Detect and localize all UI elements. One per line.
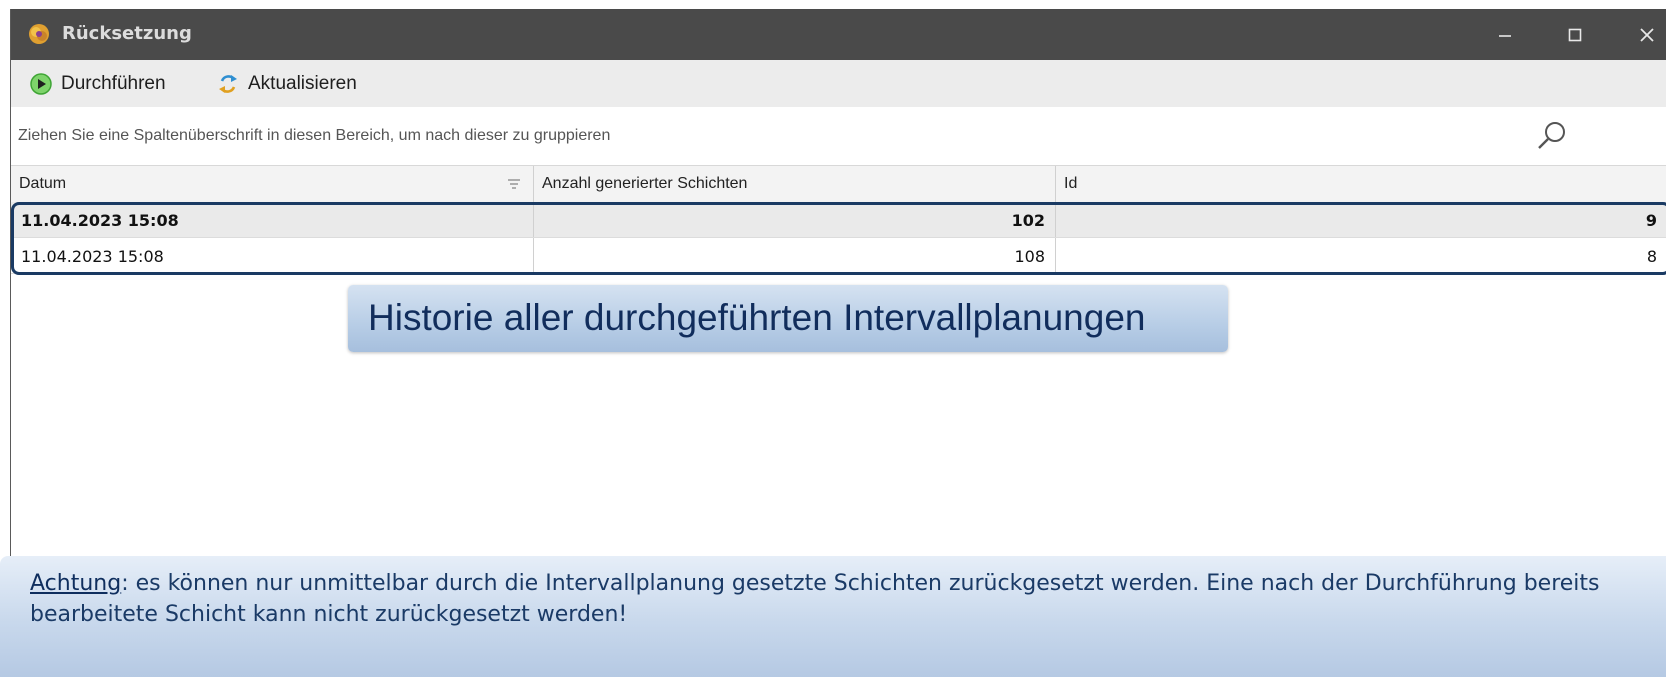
cell-id: 8: [1056, 238, 1666, 273]
run-button[interactable]: Durchführen: [29, 70, 166, 98]
cell-datum: 11.04.2023 15:08: [11, 238, 534, 273]
cell-text: 108: [1014, 247, 1045, 266]
column-header-label: Datum: [19, 175, 67, 192]
app-icon: [29, 24, 49, 44]
group-panel[interactable]: Ziehen Sie eine Spaltenüberschrift in di…: [11, 107, 1666, 166]
close-button[interactable]: [1617, 9, 1666, 60]
window-title: Rücksetzung: [62, 23, 192, 44]
refresh-button-label: Aktualisieren: [248, 73, 357, 94]
maximize-button[interactable]: [1545, 9, 1605, 60]
cell-text: 11.04.2023 15:08: [21, 247, 164, 266]
column-header-anzahl[interactable]: Anzahl generierter Schichten: [534, 166, 1056, 202]
screenshot-stage: Rücksetzung Durchführen Aktualisieren Zi…: [0, 0, 1666, 677]
title-bar[interactable]: Rücksetzung: [11, 9, 1666, 60]
cell-text: 9: [1645, 211, 1657, 230]
close-icon: [1640, 27, 1654, 42]
note-text: Achtung: es können nur unmittelbar durch…: [30, 568, 1630, 630]
warning-note: Achtung: es können nur unmittelbar durch…: [0, 556, 1666, 677]
column-header-label: Anzahl generierter Schichten: [542, 175, 748, 192]
cell-anzahl: 108: [534, 238, 1056, 273]
play-icon: [30, 73, 52, 95]
note-body: : es können nur unmittelbar durch die In…: [30, 571, 1600, 627]
cell-text: 11.04.2023 15:08: [21, 211, 179, 230]
column-header-id[interactable]: Id: [1056, 166, 1666, 202]
toolbar: Durchführen Aktualisieren: [11, 60, 1666, 108]
cell-text: 8: [1646, 247, 1657, 266]
minimize-button[interactable]: [1475, 9, 1535, 60]
history-callout: Historie aller durchgeführten Intervallp…: [348, 285, 1228, 352]
cell-text: 102: [1011, 211, 1045, 230]
cell-datum: 11.04.2023 15:08: [11, 202, 534, 237]
column-header-label: Id: [1064, 175, 1078, 192]
refresh-icon: [219, 75, 237, 93]
grid-header: Datum Anzahl generierter Schichten Id: [11, 166, 1666, 203]
callout-text: Historie aller durchgeführten Intervallp…: [368, 297, 1146, 338]
sort-icon[interactable]: [507, 178, 521, 190]
group-panel-hint: Ziehen Sie eine Spaltenüberschrift in di…: [18, 127, 611, 144]
search-icon[interactable]: [1535, 119, 1569, 153]
column-header-datum[interactable]: Datum: [11, 166, 534, 202]
cell-anzahl: 102: [534, 202, 1056, 237]
table-row[interactable]: 11.04.2023 15:08 108 8: [11, 238, 1666, 274]
minimize-icon: [1499, 34, 1511, 37]
run-button-label: Durchführen: [61, 73, 166, 94]
maximize-icon: [1568, 28, 1582, 41]
table-row[interactable]: 11.04.2023 15:08 102 9: [11, 202, 1666, 238]
refresh-button[interactable]: Aktualisieren: [216, 70, 357, 98]
note-label: Achtung: [30, 571, 122, 596]
cell-id: 9: [1056, 202, 1666, 237]
